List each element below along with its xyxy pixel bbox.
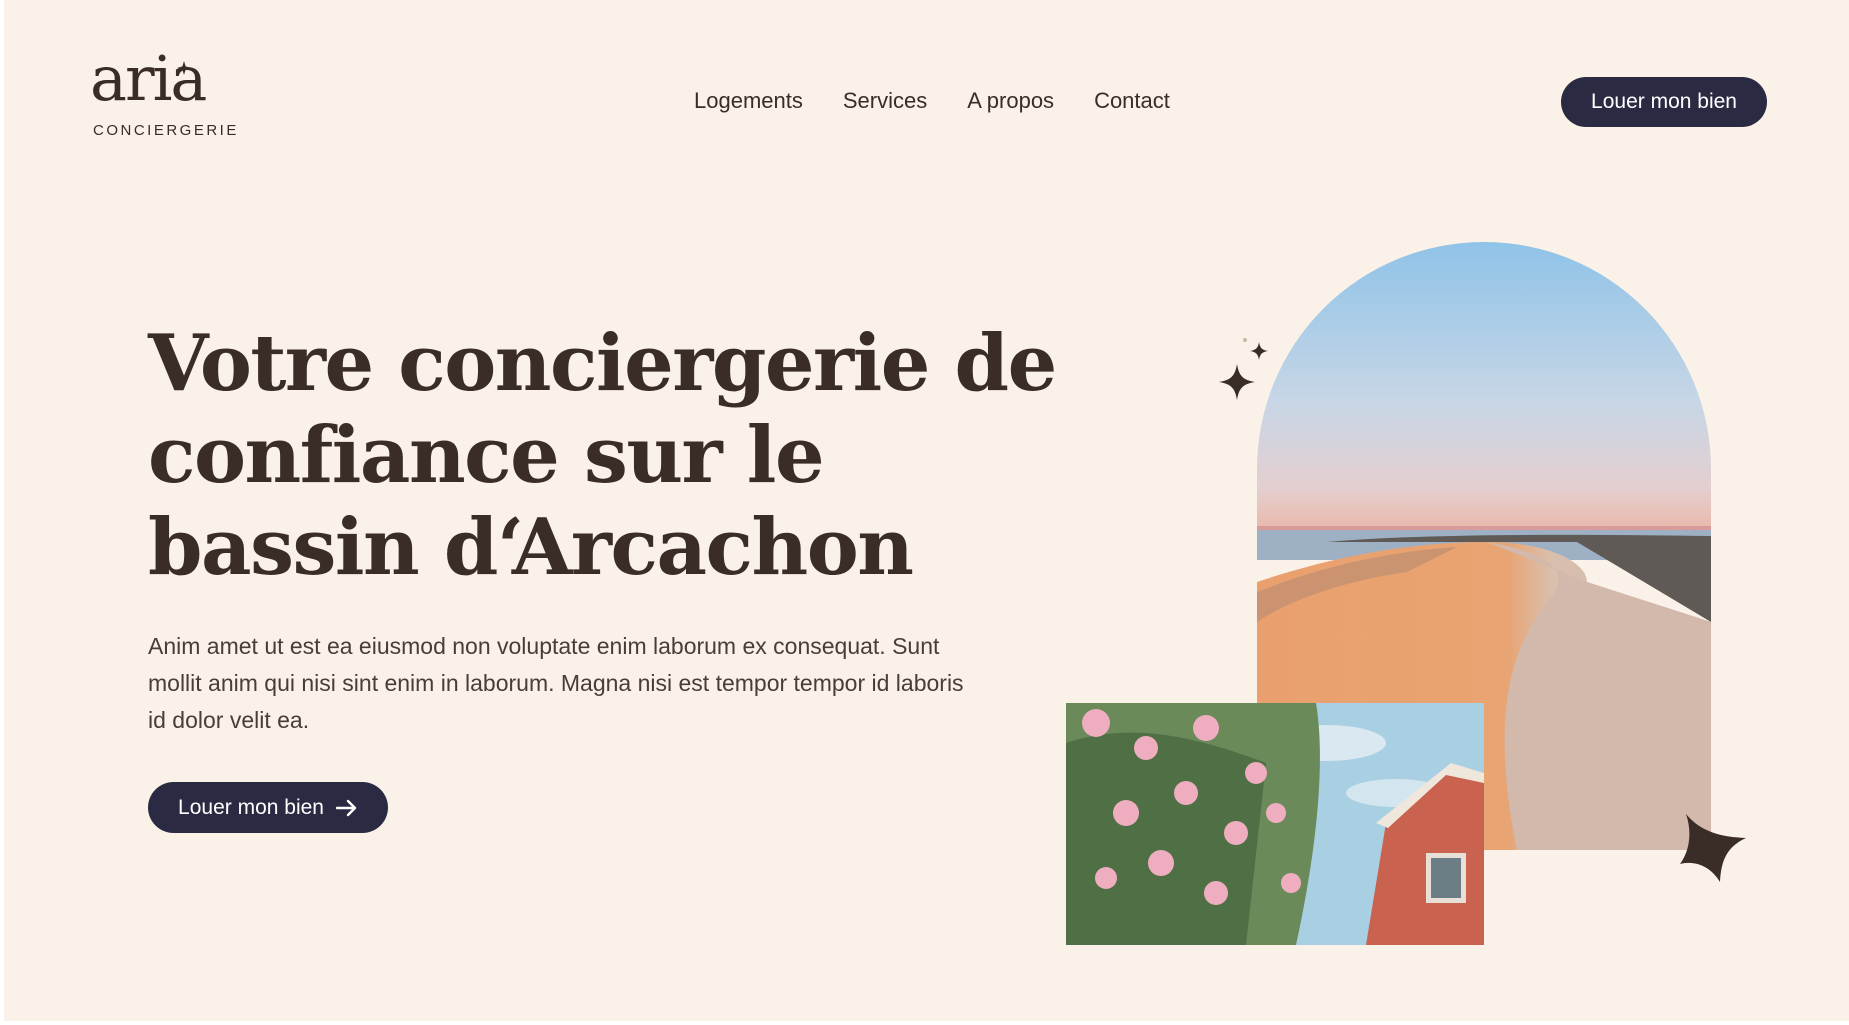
logo-subtitle: CONCIERGERIE: [93, 122, 239, 139]
logo[interactable]: aria CONCIERGERIE: [90, 48, 250, 146]
nav-item-services[interactable]: Services: [843, 88, 927, 114]
page: aria CONCIERGERIE Logements Services A p…: [4, 0, 1849, 1021]
header-cta-button[interactable]: Louer mon bien: [1561, 77, 1767, 127]
nav-item-a-propos[interactable]: A propos: [967, 88, 1054, 114]
hero-title: Votre conciergerie de confiance sur le b…: [148, 318, 1057, 594]
header-cta-label: Louer mon bien: [1591, 90, 1737, 113]
nav-item-contact[interactable]: Contact: [1094, 88, 1170, 114]
logo-wordmark: aria: [90, 42, 207, 115]
nav-item-logements[interactable]: Logements: [694, 88, 803, 114]
hero-cta-label: Louer mon bien: [178, 795, 324, 819]
hero-description: Anim amet ut est ea eiusmod non voluptat…: [148, 633, 964, 733]
hero-cta-button[interactable]: Louer mon bien: [148, 782, 388, 833]
hero-title-line: Votre conciergerie de: [148, 318, 1057, 409]
four-point-star-icon: [1680, 814, 1746, 882]
hero-title-line: bassin d‘Arcachon: [148, 502, 914, 593]
arrow-right-icon: [335, 799, 357, 816]
hero-title-line: confiance sur le: [148, 410, 825, 501]
flowers-photo: [1066, 703, 1484, 945]
logo-star-icon: [177, 61, 191, 75]
main-nav: Logements Services A propos Contact: [694, 88, 1170, 114]
